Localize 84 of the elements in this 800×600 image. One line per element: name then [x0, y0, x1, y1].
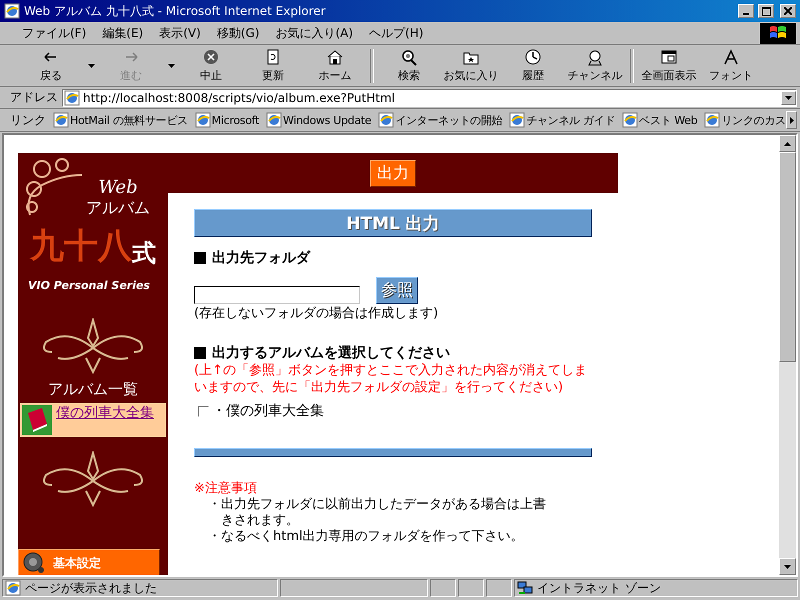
note-text: ・出力先フォルダに以前出力したデータがある場合は上書きされます。	[208, 497, 547, 529]
menu-item[interactable]: ヘルプ(H)	[361, 24, 432, 42]
globe-page-icon	[266, 112, 282, 128]
fullscreen-button[interactable]: 全画面表示	[638, 46, 700, 84]
right-arrow-icon	[790, 116, 794, 124]
channels-button[interactable]: チャンネル	[564, 46, 626, 84]
window-icon	[660, 48, 678, 66]
up-arrow-icon[interactable]	[784, 142, 791, 146]
stop-button[interactable]: 中止	[180, 46, 242, 84]
minimize-button[interactable]	[738, 4, 754, 18]
link-item[interactable]: Microsoft	[212, 114, 260, 126]
folder-note: (存在しないフォルダの場合は作成します)	[194, 305, 440, 322]
globe-page-icon	[53, 112, 69, 128]
search-button[interactable]: 検索	[378, 46, 440, 84]
back-button[interactable]: 戻る	[20, 46, 82, 84]
globe-page-icon	[622, 112, 638, 128]
down-arrow-icon[interactable]	[784, 564, 791, 568]
vertical-scrollbar[interactable]	[779, 135, 796, 575]
status-panel	[486, 579, 512, 597]
album-label: ・僕の列車大全集	[212, 402, 324, 420]
link-item[interactable]: HotMail の無料サービス	[70, 112, 188, 128]
globe-page-icon	[378, 112, 394, 128]
menu-item[interactable]: お気に入り(A)	[267, 24, 362, 42]
globe-page-icon	[194, 112, 211, 128]
windows-logo-icon	[760, 22, 796, 44]
letter-icon	[722, 48, 740, 66]
logo-web-text: Web	[98, 177, 138, 198]
scroll-thumb[interactable]	[779, 152, 796, 362]
address-label: アドレス	[10, 89, 58, 106]
address-field[interactable]: http://localhost:8008/scripts/vio/album.exe?PutHtml	[62, 88, 797, 106]
network-computers-icon	[517, 580, 533, 596]
history-button[interactable]: 履歴	[502, 46, 564, 84]
status-panel	[458, 579, 484, 597]
clock-icon	[524, 48, 542, 66]
menu-item[interactable]: ファイル(F)	[14, 24, 94, 42]
globe-page-icon	[64, 90, 80, 106]
globe-page-icon	[4, 3, 20, 19]
menu-item[interactable]: 移動(G)	[208, 24, 268, 42]
caret-icon[interactable]	[88, 64, 94, 68]
menu-item[interactable]: 編集(E)	[94, 24, 152, 42]
folder-input-field[interactable]	[194, 286, 360, 304]
square-bullet-icon	[194, 252, 206, 264]
album-list-title: アルバム一覧	[48, 380, 138, 399]
globe-page-icon	[704, 112, 720, 128]
logo-mark-text: 九十八	[30, 225, 132, 268]
link-item[interactable]: インターネットの開始	[395, 112, 502, 128]
refresh-button[interactable]: 更新	[242, 46, 304, 84]
link-item[interactable]: ベスト Web	[639, 112, 698, 128]
series-text: VIO Personal Series	[28, 279, 150, 292]
logo-album-text: アルバム	[86, 198, 150, 219]
section-title: 出力先フォルダ	[212, 249, 310, 267]
link-item[interactable]: チャンネル ガイド	[526, 112, 616, 128]
gear-icon	[23, 552, 45, 574]
favorites-button[interactable]: お気に入り	[440, 46, 502, 84]
status-panel	[430, 579, 456, 597]
font-button[interactable]: フォント	[700, 46, 762, 84]
maximize-icon	[762, 6, 770, 16]
links-label: リンク	[10, 112, 46, 128]
status-text: ページが表示されました	[25, 580, 157, 596]
close-icon	[784, 7, 792, 15]
album-item[interactable]: 僕の列車大全集	[20, 403, 166, 437]
note-text: ・なるべくhtml出力専用のフォルダを作って下さい。	[208, 529, 525, 545]
search-icon	[400, 48, 418, 66]
caret-icon[interactable]	[785, 96, 792, 100]
globe-page-icon	[509, 112, 526, 128]
page-heading: HTML 出力	[194, 209, 592, 237]
zone-text: イントラネット ゾーン	[537, 580, 661, 596]
stop-icon	[202, 48, 220, 66]
home-icon	[326, 48, 344, 66]
menu-item[interactable]: 表示(V)	[151, 24, 209, 42]
scroll-right-button[interactable]	[786, 111, 797, 129]
notes-title: ※注意事項	[194, 480, 258, 497]
maximize-button[interactable]	[758, 4, 774, 18]
section-title: 出力するアルバムを選択してください	[212, 344, 450, 362]
square-bullet-icon	[194, 347, 206, 359]
warning-text: (上↑の「参照」ボタンを押すとここで入力された内容が消えてしまいますので、先に「出力先フォルダの設定」を行ってください)	[194, 362, 588, 396]
close-button[interactable]	[780, 4, 796, 18]
logo-suffix-text: 式	[132, 239, 156, 269]
book-icon	[22, 405, 52, 435]
home-button[interactable]: ホーム	[304, 46, 366, 84]
link-item[interactable]: Windows Update	[283, 114, 372, 126]
link-item[interactable]: リンクのカス	[721, 112, 786, 128]
window-title: Web アルバム 九十八式 - Microsoft Internet Explorer	[24, 2, 327, 20]
globe-stand-icon	[586, 48, 604, 66]
